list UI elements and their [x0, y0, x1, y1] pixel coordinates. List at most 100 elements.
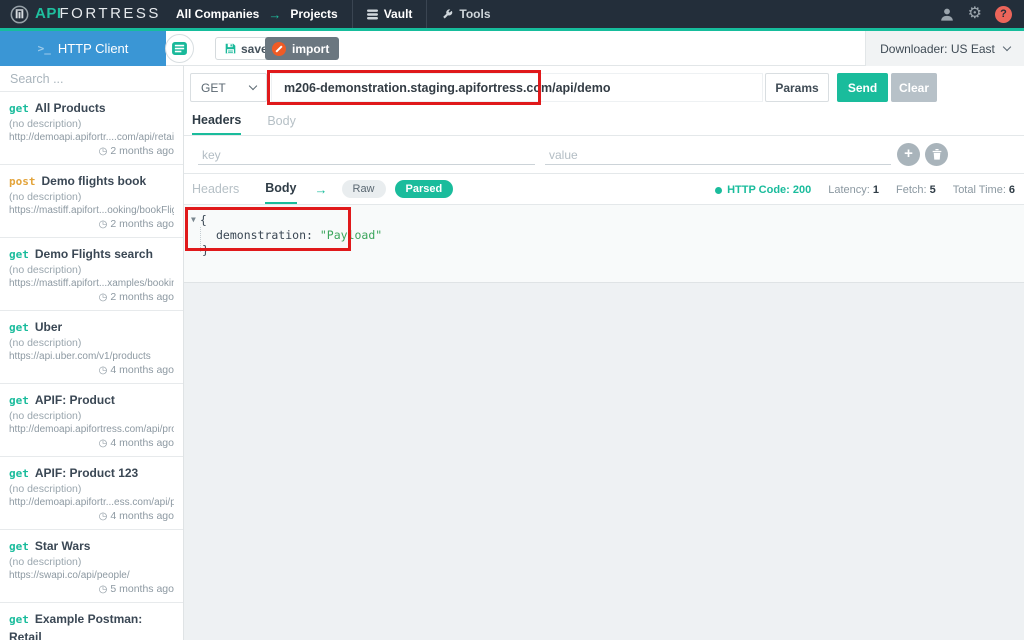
list-item[interactable]: get Uber (no description) https://api.ube…	[0, 311, 183, 384]
tab-request-headers[interactable]: Headers	[192, 106, 241, 135]
request-tabs: Headers Body	[192, 106, 296, 135]
settings-gear-icon[interactable]: ⚙	[968, 6, 982, 22]
response-arrow-icon: →	[315, 182, 328, 197]
response-stats: HTTP Code: 200 Latency:1 Fetch:5 Total T…	[715, 174, 1015, 206]
list-item[interactable]: get APIF: Product (no description) http:/…	[0, 384, 183, 457]
clear-button[interactable]: Clear	[891, 73, 937, 102]
params-button[interactable]: Params	[765, 73, 829, 102]
method-badge: post	[9, 175, 36, 188]
item-description: (no description)	[9, 556, 174, 569]
clock-icon: ◷	[99, 511, 108, 522]
method-badge: get	[9, 394, 29, 407]
http-method-select[interactable]: GET	[190, 73, 267, 102]
item-time: 5 months ago	[110, 583, 174, 595]
list-item[interactable]: getDemo Flights search (no description) …	[0, 238, 183, 311]
send-button[interactable]: Send	[837, 73, 888, 102]
postman-icon	[272, 42, 286, 56]
search-row	[0, 66, 183, 92]
method-badge: get	[9, 102, 29, 115]
response-tabs-row: Headers Body → Raw Parsed HTTP Code: 200…	[184, 173, 1024, 205]
nav-vault[interactable]: Vault	[367, 7, 413, 21]
item-url: https://api.uber.com/v1/products	[9, 351, 174, 363]
latency-stat: Latency:1	[828, 184, 879, 196]
search-input[interactable]	[0, 72, 183, 86]
item-title: APIF: Product 123	[35, 466, 138, 480]
parsed-toggle[interactable]: Parsed	[395, 180, 454, 198]
nav-divider	[426, 0, 427, 28]
list-item[interactable]: getStar Wars (no description) https://sw…	[0, 530, 183, 603]
header-value-input[interactable]	[545, 146, 891, 165]
request-row: GET Params Send Clear Headers Body	[184, 66, 1024, 135]
user-icon[interactable]	[939, 7, 955, 22]
clock-icon: ◷	[99, 365, 108, 376]
item-description: (no description)	[9, 118, 174, 131]
item-description: (no description)	[9, 264, 174, 277]
item-url: http://demoapi.apifortr....com/api/retai…	[9, 132, 174, 144]
tab-response-body[interactable]: Body	[265, 175, 296, 204]
list-item[interactable]: postDemo flights book (no description) h…	[0, 165, 183, 238]
tab-request-body[interactable]: Body	[267, 106, 296, 135]
chevron-down-icon	[249, 82, 257, 90]
header-key-value-row: +	[184, 135, 1024, 173]
item-title: APIF: Product	[35, 393, 115, 407]
method-badge: get	[9, 540, 29, 553]
list-item[interactable]: getExample Postman: Retail (no descripti…	[0, 603, 183, 640]
item-url: http://demoapi.apifortr...ess.com/api/pr…	[9, 497, 174, 509]
main-panel: GET Params Send Clear Headers Body + Hea…	[184, 66, 1024, 640]
response-body-panel: ▼{ demonstration: "Payload" }	[184, 205, 1024, 283]
list-item[interactable]: getAll Products (no description) http://…	[0, 92, 183, 165]
item-description: (no description)	[9, 410, 174, 423]
trash-icon	[932, 149, 942, 160]
chevron-down-icon	[1003, 43, 1011, 51]
item-description: (no description)	[9, 483, 174, 496]
downloader-select[interactable]: Downloader: US East	[865, 31, 1024, 66]
toolbar: >_ HTTP Client save import Downloader: U…	[0, 31, 1024, 66]
item-description: (no description)	[9, 337, 174, 350]
item-time: 2 months ago	[110, 145, 174, 157]
delete-header-button[interactable]	[925, 143, 948, 166]
method-badge: get	[9, 321, 29, 334]
terminal-prompt-icon: >_	[38, 42, 51, 55]
item-title: Star Wars	[35, 539, 91, 553]
collapse-caret-icon[interactable]: ▼	[191, 215, 196, 224]
vault-icon	[367, 9, 378, 20]
teal-accent-line	[0, 28, 1024, 31]
item-title: Uber	[35, 320, 62, 334]
status-dot-icon	[715, 187, 722, 194]
nav-tools[interactable]: Tools	[441, 7, 490, 21]
nav-projects[interactable]: Projects	[290, 7, 337, 21]
apifortress-logo[interactable]: APIFORTRESS	[0, 5, 176, 24]
fetch-stat: Fetch:5	[896, 184, 936, 196]
http-client-header: >_ HTTP Client	[0, 31, 166, 66]
header-key-input[interactable]	[198, 146, 535, 165]
item-time: 2 months ago	[110, 291, 174, 303]
json-value: "Payload"	[320, 228, 382, 242]
save-floppy-icon	[225, 43, 236, 54]
import-button[interactable]: import	[265, 37, 339, 60]
item-time: 4 months ago	[110, 510, 174, 522]
item-description: (no description)	[9, 191, 174, 204]
item-time: 2 months ago	[110, 218, 174, 230]
list-item[interactable]: get APIF: Product 123 (no description) ht…	[0, 457, 183, 530]
toggle-list-button[interactable]	[165, 34, 194, 63]
method-badge: get	[9, 467, 29, 480]
item-url: http://demoapi.apifortress.com/api/produ…	[9, 424, 174, 436]
http-code-stat: HTTP Code: 200	[715, 184, 811, 196]
breadcrumb-arrow-icon: →	[268, 7, 281, 22]
json-key: demonstration:	[216, 228, 313, 242]
add-header-button[interactable]: +	[897, 143, 920, 166]
help-icon[interactable]: ?	[995, 6, 1012, 23]
raw-toggle[interactable]: Raw	[342, 180, 386, 198]
nav-divider	[352, 0, 353, 28]
tab-response-headers[interactable]: Headers	[192, 175, 239, 204]
clock-icon: ◷	[99, 219, 108, 230]
wrench-icon	[441, 8, 453, 20]
nav-all-companies[interactable]: All Companies	[176, 7, 259, 21]
item-title: Demo flights book	[42, 174, 147, 188]
top-navbar: APIFORTRESS All Companies → Projects Vau…	[0, 0, 1024, 28]
saved-calls-sidebar: getAll Products (no description) http://…	[0, 66, 184, 640]
clock-icon: ◷	[99, 438, 108, 449]
total-time-stat: Total Time:6	[953, 184, 1015, 196]
url-input[interactable]	[271, 73, 763, 102]
clock-icon: ◷	[99, 584, 108, 595]
